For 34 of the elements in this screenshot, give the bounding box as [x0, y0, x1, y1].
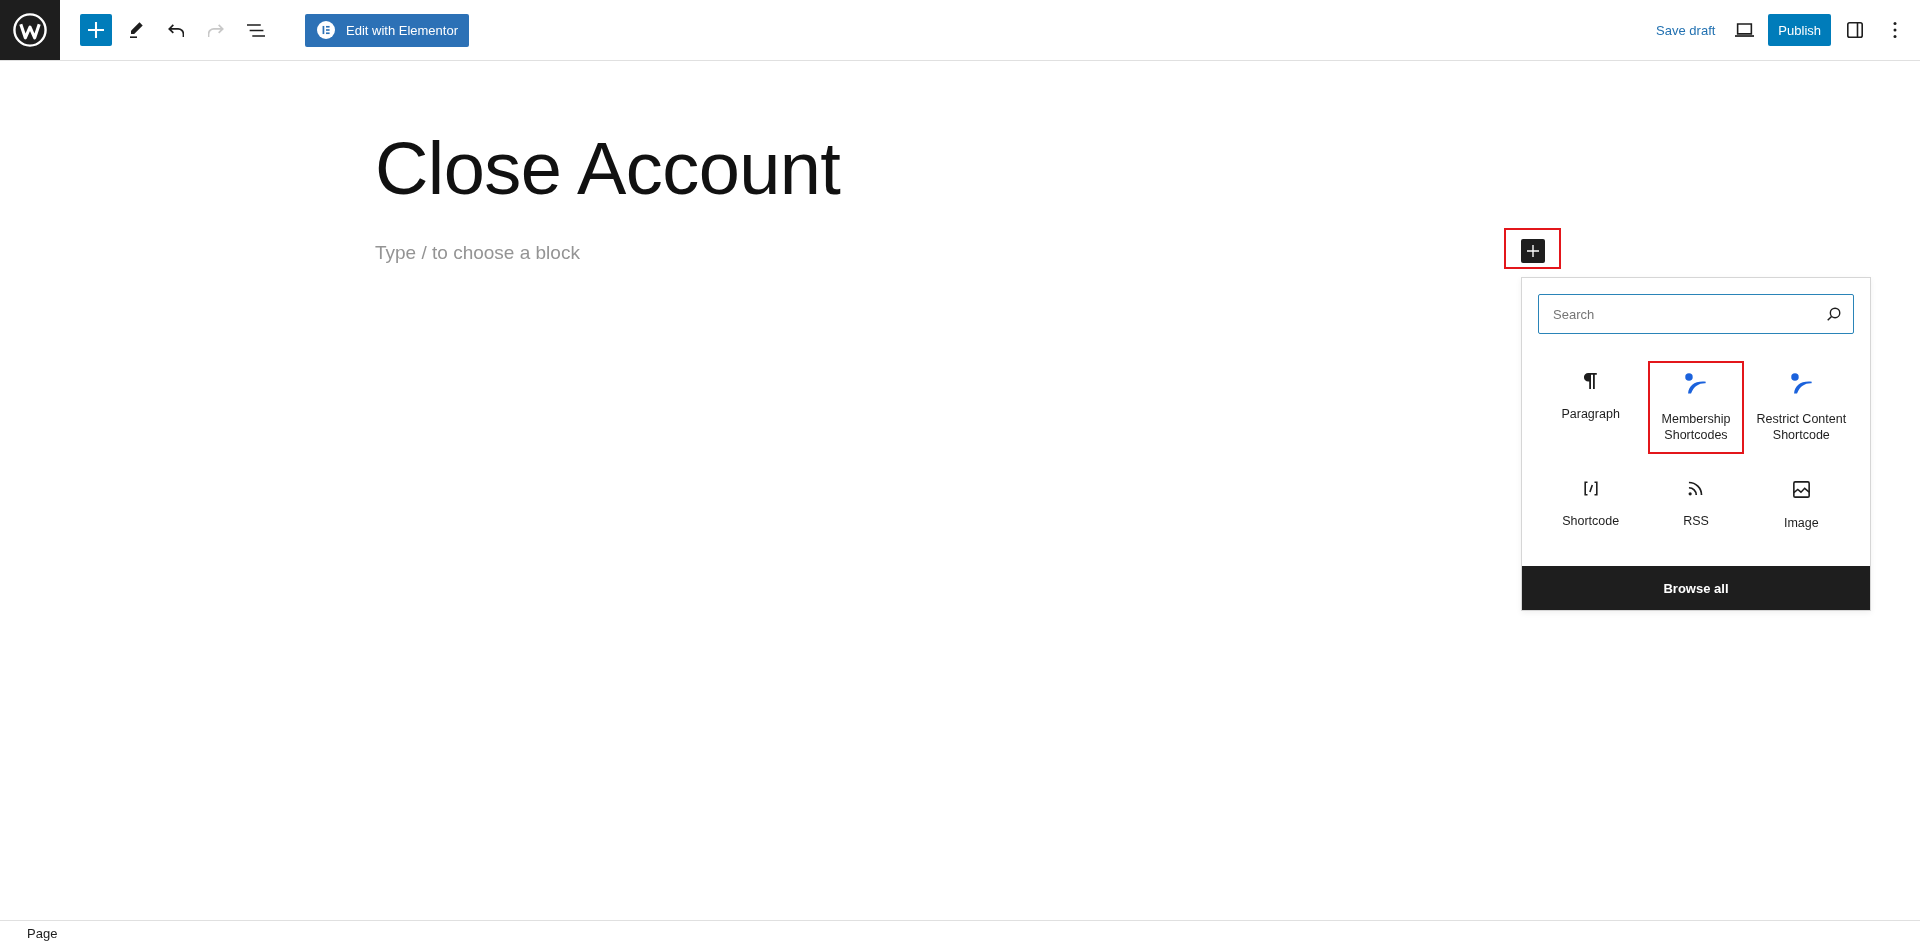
block-item[interactable]: Membership Shortcodes [1648, 361, 1744, 454]
breadcrumb-link[interactable]: Page [27, 925, 58, 941]
search-icon [1827, 307, 1841, 321]
vertical-dots-icon [1893, 22, 1897, 38]
site-home-button[interactable] [0, 0, 60, 60]
redo-icon [208, 23, 224, 37]
pencil-icon [129, 22, 143, 38]
sidebar-panel-icon [1847, 22, 1863, 38]
block-item[interactable]: RSS [1648, 469, 1744, 562]
save-draft-button[interactable]: Save draft [1651, 14, 1721, 46]
brackets-slash-icon [1583, 481, 1598, 496]
block-item[interactable]: Shortcode [1542, 469, 1639, 562]
block-item[interactable]: Restrict Content Shortcode [1753, 361, 1850, 454]
logo-icon [13, 13, 47, 47]
plus-icon [1527, 245, 1539, 257]
add-block-button[interactable] [1521, 239, 1545, 263]
list-icon [247, 23, 265, 37]
browse-all-button[interactable]: Browse all [1522, 566, 1870, 610]
block-item[interactable]: Paragraph [1542, 361, 1639, 454]
pilcrow-icon [1584, 373, 1598, 389]
dot-swoosh-icon [1790, 373, 1812, 394]
plus-icon [88, 22, 104, 38]
publish-button[interactable]: Publish [1768, 14, 1831, 46]
editor-switch-button[interactable]: Edit with Elementor [305, 13, 469, 47]
search-field[interactable]: Search [1538, 294, 1854, 334]
laptop-icon [1734, 23, 1754, 37]
rss-icon [1688, 481, 1704, 496]
undo-icon [168, 23, 184, 37]
add-block-button[interactable] [80, 14, 112, 46]
page-title: Close Account [375, 128, 842, 210]
image-icon [1792, 481, 1810, 498]
block-item[interactable]: Image [1753, 469, 1850, 562]
dot-swoosh-icon [1685, 373, 1707, 394]
circle-logo-icon [317, 21, 335, 39]
